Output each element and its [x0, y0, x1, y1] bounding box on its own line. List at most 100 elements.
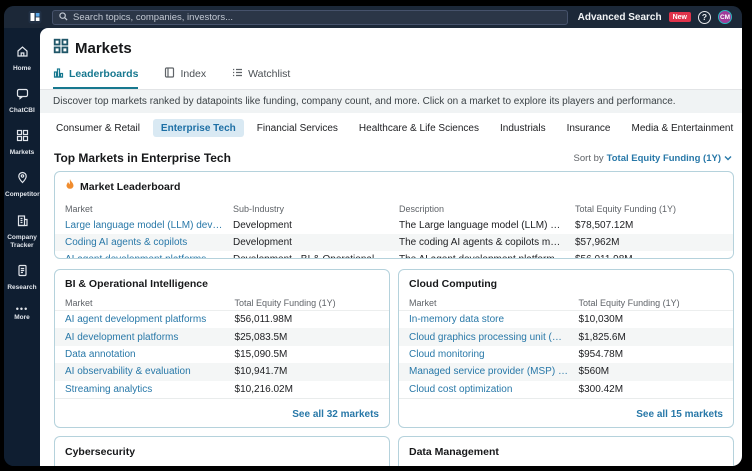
sub-industry-cell: Development [233, 220, 399, 231]
main-content: Markets Leaderboards Index Watchlist Dis… [40, 28, 742, 466]
table-row: Data annotation $15,090.5M [55, 346, 389, 363]
sidebar-item-chatcbi[interactable]: ChatCBI [4, 80, 40, 122]
funding-cell: $56,011.98M [575, 254, 723, 259]
sidebar-item-markets[interactable]: Markets [4, 122, 40, 164]
advanced-search-link[interactable]: Advanced Search [578, 12, 662, 23]
sidebar-item-more[interactable]: ••• More [4, 299, 40, 329]
category-tab[interactable]: Financial Services [249, 119, 346, 137]
funding-cell: $1,825.6M [579, 332, 723, 343]
table-row: AI observability & evaluation $10,941.7M [55, 363, 389, 380]
table-row: Cloud graphics processing unit (GPU) $1,… [399, 328, 733, 345]
market-link[interactable]: AI development platforms [65, 332, 235, 343]
market-link[interactable]: In-memory data store [409, 314, 579, 325]
see-all-link[interactable]: See all 15 markets [636, 409, 723, 420]
table-row: Cloud cost optimization $300.42M [399, 381, 733, 398]
funding-cell: $10,030M [579, 314, 723, 325]
market-link[interactable]: Cloud cost optimization [409, 384, 579, 395]
sidebar-item-home[interactable]: Home [4, 38, 40, 80]
funding-cell: $300.42M [579, 384, 723, 395]
top-bar: Advanced Search New ? CM [4, 6, 742, 28]
category-tab[interactable]: Enterprise Tech [153, 119, 244, 137]
category-tab[interactable]: Industrials [492, 119, 554, 137]
chevron-down-icon [724, 153, 732, 164]
table-row: AI agent development platforms $56,011.9… [55, 311, 389, 328]
cybersecurity-card: Cybersecurity [54, 436, 390, 466]
sub-industry-cell: Development · BI & Operational Intellige… [233, 254, 399, 259]
market-link[interactable]: Streaming analytics [65, 384, 235, 395]
funding-cell: $560M [579, 366, 723, 377]
category-tab[interactable]: Insurance [559, 119, 619, 137]
card-title: BI & Operational Intelligence [55, 270, 389, 295]
leaderboard-chart-icon [53, 67, 64, 81]
market-link[interactable]: Managed service provider (MSP) backup to… [409, 366, 579, 377]
sidebar-item-company-tracker[interactable]: Company Tracker [4, 207, 40, 257]
search-input[interactable] [73, 12, 561, 23]
user-avatar[interactable]: CM [718, 10, 732, 24]
funding-cell: $57,962M [575, 237, 723, 248]
market-link[interactable]: Large language model (LLM) developers [65, 220, 233, 231]
card-title: Cybersecurity [55, 437, 389, 458]
list-icon [232, 67, 243, 81]
table-row: AI agent development platforms Developme… [55, 251, 733, 259]
sort-value[interactable]: Total Equity Funding (1Y) [607, 153, 721, 164]
app-window: Advanced Search New ? CM Home ChatCBI Ma… [4, 6, 742, 466]
card-header-row: Market Total Equity Funding (1Y) [399, 295, 733, 311]
chat-icon [16, 87, 29, 105]
market-link[interactable]: AI observability & evaluation [65, 366, 235, 377]
table-row: AI development platforms $25,083.5M [55, 328, 389, 345]
card-header-row: Market Total Equity Funding (1Y) [55, 295, 389, 311]
map-pin-icon [16, 171, 29, 189]
new-badge: New [669, 12, 691, 22]
sub-industry-cell: Development [233, 237, 399, 248]
market-link[interactable]: Cloud monitoring [409, 349, 579, 360]
page-title: Markets [75, 40, 132, 57]
table-row: Cloud monitoring $954.78M [399, 346, 733, 363]
book-icon [164, 67, 175, 81]
tab-leaderboards[interactable]: Leaderboards [53, 67, 138, 89]
description-cell: The Large language model (LLM) developer… [399, 220, 575, 231]
section-title: Top Markets in Enterprise Tech [54, 151, 231, 165]
sort-by-label: Sort by [574, 153, 604, 164]
description-cell: The coding AI agents & copilots market c… [399, 237, 575, 248]
home-icon [16, 45, 29, 63]
description-cell: The AI agent development platforms marke… [399, 254, 575, 259]
markets-grid-icon [16, 129, 29, 147]
see-all-link[interactable]: See all 32 markets [292, 409, 379, 420]
table-row: Streaming analytics $10,216.02M [55, 381, 389, 398]
table-row: In-memory data store $10,030M [399, 311, 733, 328]
market-link[interactable]: Data annotation [65, 349, 235, 360]
sidebar-item-research[interactable]: Research [4, 257, 40, 299]
data-management-card: Data Management [398, 436, 734, 466]
tab-index[interactable]: Index [164, 67, 206, 89]
view-tabs: Leaderboards Index Watchlist [40, 59, 742, 90]
market-link[interactable]: Coding AI agents & copilots [65, 237, 233, 248]
category-tab[interactable]: Consumer & Retail [48, 119, 148, 137]
funding-cell: $25,083.5M [235, 332, 379, 343]
funding-cell: $15,090.5M [235, 349, 379, 360]
market-link[interactable]: AI agent development platforms [65, 254, 233, 259]
help-icon[interactable]: ? [698, 11, 711, 24]
funding-cell: $78,507.12M [575, 220, 723, 231]
category-tab[interactable]: Media & Entertainment [624, 119, 742, 137]
markets-page-icon [53, 38, 69, 59]
sort-control[interactable]: Sort by Total Equity Funding (1Y) [574, 153, 732, 164]
market-link[interactable]: AI agent development platforms [65, 314, 235, 325]
flame-icon [65, 178, 75, 196]
category-tab[interactable]: Healthcare & Life Sciences [351, 119, 487, 137]
market-link[interactable]: Cloud graphics processing unit (GPU) [409, 332, 579, 343]
app-logo-icon[interactable] [28, 10, 42, 24]
funding-cell: $10,941.7M [235, 366, 379, 377]
ellipsis-icon: ••• [16, 306, 28, 312]
card-title: Cloud Computing [399, 270, 733, 295]
search-icon [59, 8, 68, 26]
tab-watchlist[interactable]: Watchlist [232, 67, 290, 89]
table-row: Large language model (LLM) developers De… [55, 217, 733, 234]
sidebar: Home ChatCBI Markets Competitors Company… [4, 28, 40, 466]
funding-cell: $10,216.02M [235, 384, 379, 395]
building-icon [16, 214, 29, 232]
funding-cell: $56,011.98M [235, 314, 379, 325]
sidebar-item-competitors[interactable]: Competitors [4, 164, 40, 206]
market-leaderboard-card: Market Leaderboard Market Sub-Industry D… [54, 171, 734, 259]
search-bar[interactable] [52, 10, 568, 25]
table-row: Managed service provider (MSP) backup to… [399, 363, 733, 380]
